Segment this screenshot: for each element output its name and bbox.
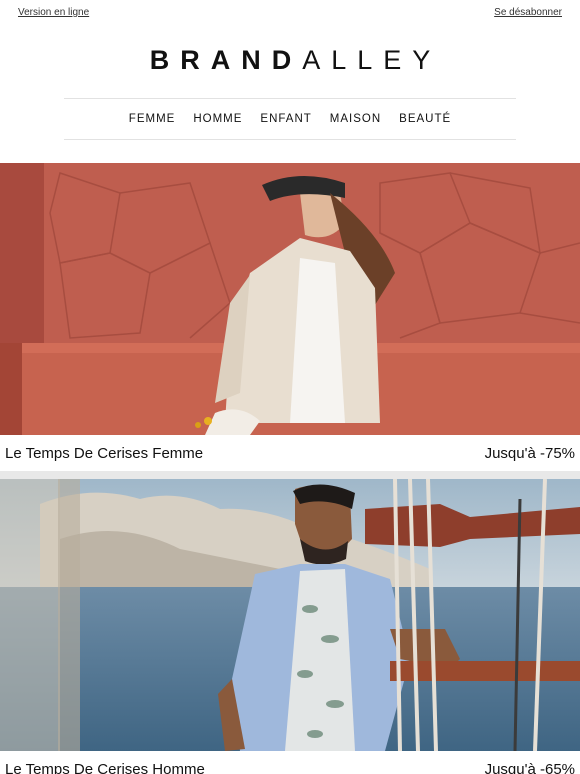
- logo-brand: BRAND: [149, 45, 303, 75]
- top-bar: Version en ligne Se désabonner: [0, 0, 580, 26]
- banner-homme-discount: Jusqu'à -65%: [484, 760, 575, 774]
- nav-beaute[interactable]: BEAUTÉ: [390, 113, 460, 125]
- banner-femme-image: [0, 163, 580, 435]
- nav-enfant[interactable]: ENFANT: [251, 113, 320, 125]
- nav-femme[interactable]: FEMME: [120, 113, 185, 125]
- unsubscribe-link[interactable]: Se désabonner: [494, 7, 562, 18]
- online-version-link[interactable]: Version en ligne: [18, 7, 89, 18]
- brand-logo[interactable]: BRANDALLEY: [0, 26, 580, 98]
- banner-homme-title: Le Temps De Cerises Homme: [5, 760, 205, 774]
- banner-femme[interactable]: Le Temps De Cerises Femme Jusqu'à -75%: [0, 163, 580, 471]
- banner-homme-caption[interactable]: Le Temps De Cerises Homme Jusqu'à -65%: [0, 751, 580, 774]
- banner-femme-title: Le Temps De Cerises Femme: [5, 444, 204, 462]
- banner-divider: [0, 471, 580, 479]
- category-nav: FEMME HOMME ENFANT MAISON BEAUTÉ: [64, 98, 516, 140]
- banner-femme-discount: Jusqu'à -75%: [484, 444, 575, 462]
- banner-homme-image: [0, 479, 580, 751]
- banner-femme-caption[interactable]: Le Temps De Cerises Femme Jusqu'à -75%: [0, 435, 580, 471]
- banner-homme[interactable]: Le Temps De Cerises Homme Jusqu'à -65%: [0, 479, 580, 774]
- nav-homme[interactable]: HOMME: [184, 113, 251, 125]
- nav-maison[interactable]: MAISON: [321, 113, 390, 125]
- logo-alley: ALLEY: [302, 45, 442, 75]
